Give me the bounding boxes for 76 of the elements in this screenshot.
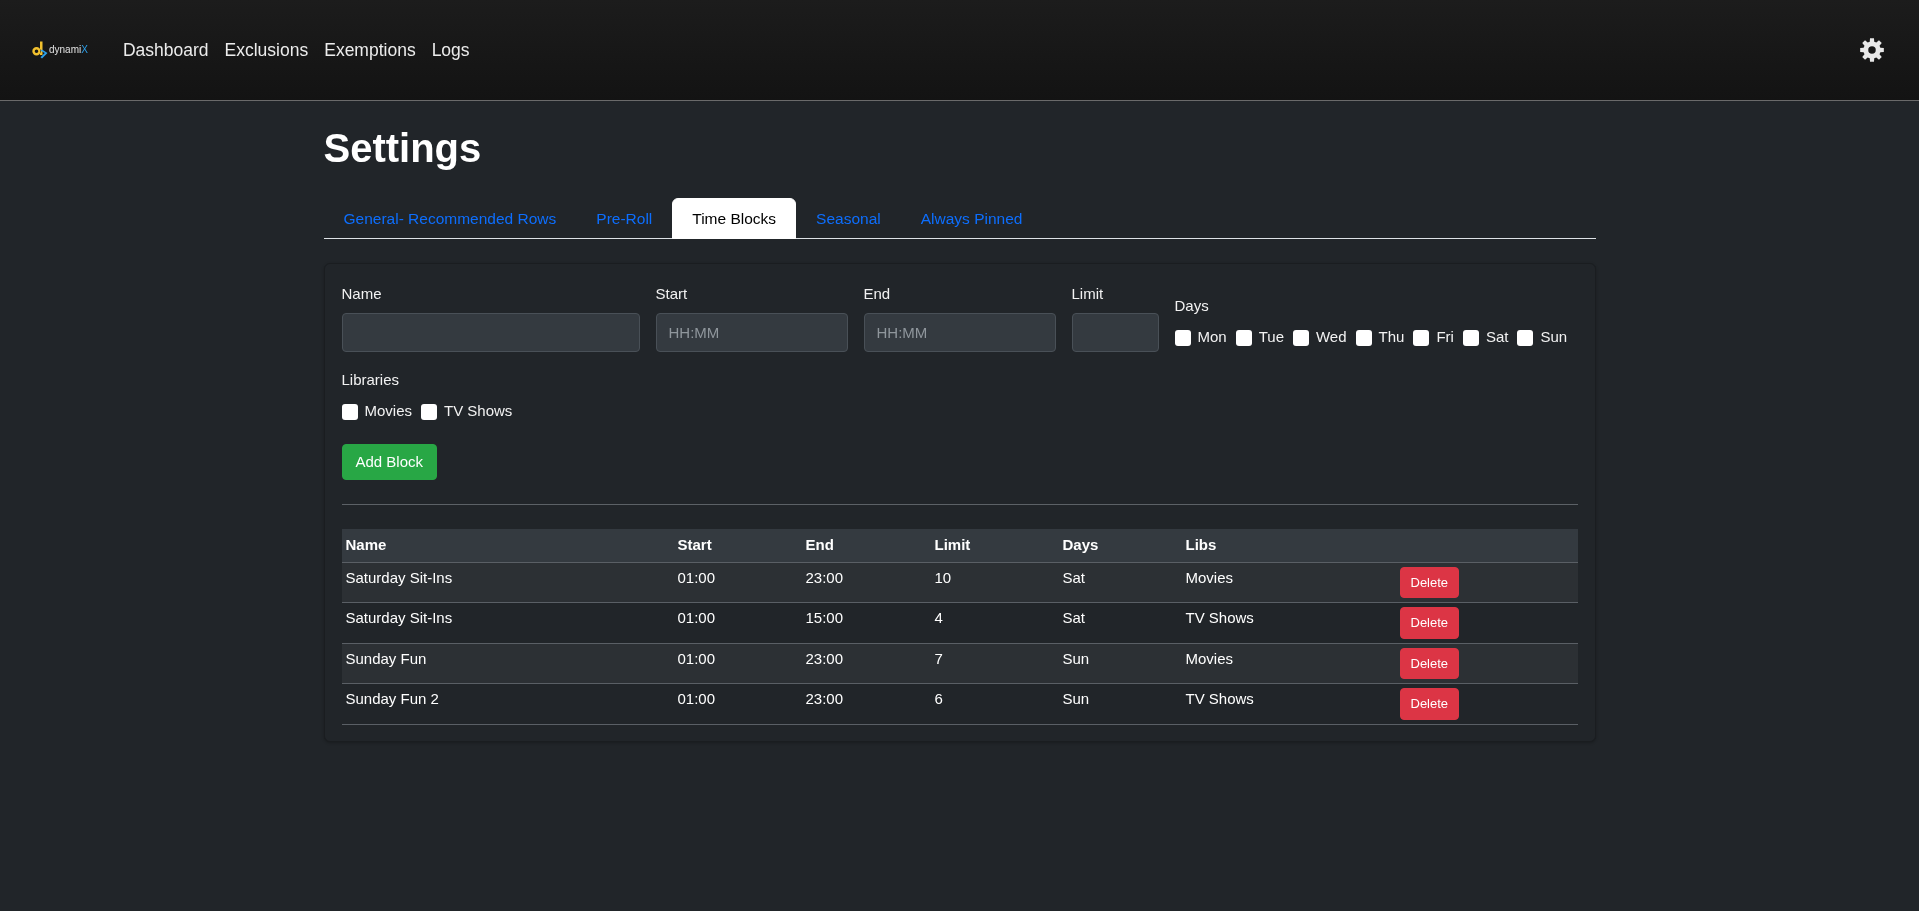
table-cell: 01:00 [673, 562, 802, 603]
table-cell: 23:00 [801, 562, 931, 603]
field-label: Libraries [341, 369, 401, 390]
table-cell: Sun [1058, 643, 1182, 684]
checkbox[interactable] [1517, 329, 1534, 346]
field-label: Days [1174, 295, 1210, 316]
table-cell: Movies [1181, 562, 1396, 603]
checkbox[interactable] [1174, 329, 1191, 346]
checkbox-label: Wed [1316, 327, 1347, 348]
checkbox[interactable] [341, 403, 358, 420]
input-field[interactable] [1071, 312, 1159, 352]
table-cell: Sun [1058, 683, 1182, 725]
table-cell: Movies [1181, 643, 1396, 684]
checkbox-label: Movies [364, 401, 412, 422]
add-block-button[interactable]: Add Block [341, 443, 438, 481]
nav-link[interactable]: Exclusions [216, 36, 317, 64]
table-cell: 7 [930, 643, 1059, 684]
column-header: Days [1058, 529, 1182, 563]
table-cell: 01:00 [673, 643, 802, 684]
column-header: Limit [930, 529, 1059, 563]
column-header: Start [673, 529, 802, 563]
column-header: Name [341, 529, 674, 563]
table-cell: Saturday Sit-Ins [341, 602, 674, 644]
logo-icon [31, 41, 48, 59]
table-cell: 23:00 [801, 643, 931, 684]
tab[interactable]: General- Recommended Rows [323, 198, 577, 240]
tab[interactable]: Time Blocks [672, 198, 797, 240]
checkbox[interactable] [1355, 329, 1372, 346]
checkbox[interactable] [1413, 329, 1430, 346]
table-cell: Sunday Fun [341, 643, 674, 684]
checkbox-label: Tue [1258, 327, 1284, 348]
delete-button[interactable]: Delete [1399, 688, 1460, 720]
nav-link[interactable]: Dashboard [114, 36, 217, 64]
table-cell: TV Shows [1181, 683, 1396, 725]
table-cell: Saturday Sit-Ins [341, 562, 674, 603]
table-cell: 15:00 [801, 602, 931, 644]
table-cell: TV Shows [1181, 602, 1396, 644]
checkbox[interactable] [1235, 329, 1252, 346]
input-field[interactable] [341, 312, 640, 352]
checkbox-label: Sat [1485, 327, 1509, 348]
nav-link[interactable]: Exemptions [316, 36, 424, 64]
tab[interactable]: Seasonal [796, 198, 901, 240]
column-header: Libs [1181, 529, 1396, 563]
checkbox[interactable] [1462, 329, 1479, 346]
checkbox[interactable] [1293, 329, 1309, 346]
checkbox-label: Mon [1197, 327, 1227, 348]
settings-icon[interactable] [1860, 38, 1884, 62]
table-cell: 01:00 [673, 602, 802, 644]
field-label: Start [655, 284, 689, 305]
column-header: End [801, 529, 931, 563]
checkbox-label: Sun [1540, 327, 1568, 348]
field-label: Limit [1071, 284, 1105, 305]
checkbox-label: Thu [1378, 327, 1405, 348]
tab[interactable]: Always Pinned [900, 198, 1043, 240]
table-cell: Sat [1058, 562, 1182, 603]
checkbox[interactable] [421, 403, 437, 420]
table-cell: Sat [1058, 602, 1182, 644]
brand-name: dynamiX [49, 45, 88, 55]
delete-button[interactable]: Delete [1399, 607, 1460, 639]
page-title: Settings [323, 125, 483, 172]
tab[interactable]: Pre-Roll [576, 198, 673, 240]
table-cell: 23:00 [801, 683, 931, 725]
input-field[interactable]: HH:MM [655, 312, 848, 352]
delete-button[interactable]: Delete [1399, 647, 1460, 680]
table-cell: 10 [930, 562, 1059, 603]
table-cell: 01:00 [673, 683, 802, 725]
field-label: End [863, 284, 892, 305]
table-cell: 6 [930, 683, 1059, 725]
table-cell: 4 [930, 602, 1059, 644]
checkbox-label: Fri [1436, 327, 1454, 348]
table-cell: Sunday Fun 2 [341, 683, 674, 725]
nav-link[interactable]: Logs [423, 36, 478, 64]
field-label: Name [341, 284, 383, 305]
checkbox-label: TV Shows [444, 401, 513, 422]
input-field[interactable]: HH:MM [863, 312, 1056, 352]
delete-button[interactable]: Delete [1399, 566, 1460, 599]
